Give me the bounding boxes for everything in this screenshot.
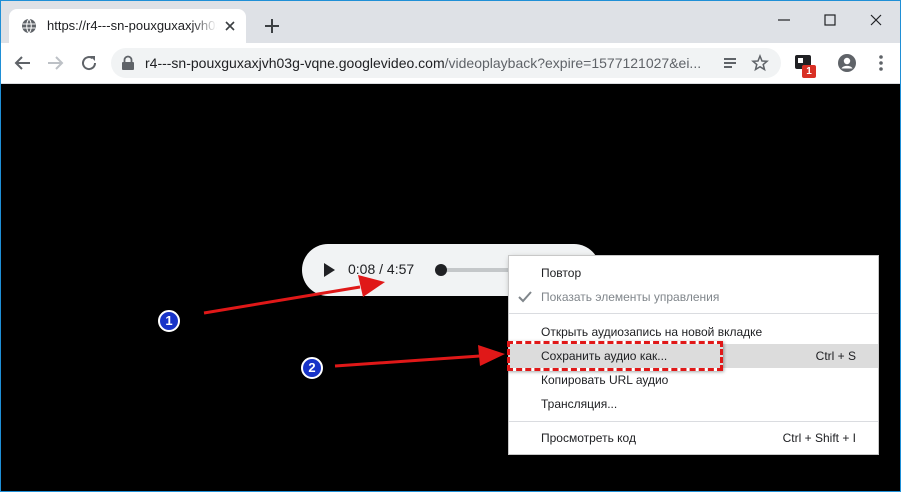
menu-item-copy-audio-url[interactable]: Копировать URL аудио bbox=[509, 368, 878, 392]
tab-strip: https://r4---sn-pouxguxaxjvh03g-vqne.goo… bbox=[1, 1, 900, 43]
browser-window: https://r4---sn-pouxguxaxjvh03g-vqne.goo… bbox=[0, 0, 901, 492]
menu-item-cast[interactable]: Трансляция... bbox=[509, 392, 878, 416]
menu-item-show-controls[interactable]: Показать элементы управления bbox=[509, 285, 878, 309]
address-bar[interactable]: r4---sn-pouxguxaxjvh03g-vqne.googlevideo… bbox=[111, 48, 781, 78]
lock-icon[interactable] bbox=[121, 55, 135, 71]
audio-progress-thumb[interactable] bbox=[434, 264, 447, 276]
globe-icon bbox=[22, 18, 36, 34]
maximize-icon bbox=[824, 14, 836, 26]
minimize-button[interactable] bbox=[761, 7, 807, 33]
star-icon[interactable] bbox=[751, 54, 769, 72]
menu-separator bbox=[509, 421, 878, 422]
extension-badge: 1 bbox=[802, 65, 816, 78]
back-arrow-icon[interactable] bbox=[13, 53, 33, 73]
tab-close-icon[interactable] bbox=[223, 19, 237, 33]
menu-item-loop[interactable]: Повтор bbox=[509, 261, 878, 285]
window-close-button[interactable] bbox=[853, 7, 899, 33]
maximize-button[interactable] bbox=[807, 7, 853, 33]
step-badge-2: 2 bbox=[301, 357, 323, 379]
shortcut-save: Ctrl + S bbox=[815, 349, 856, 363]
reader-menu-icon[interactable] bbox=[721, 54, 739, 72]
url-text[interactable]: r4---sn-pouxguxaxjvh03g-vqne.googlevideo… bbox=[145, 55, 705, 73]
highlight-dashed-box bbox=[507, 341, 723, 371]
menu-item-inspect[interactable]: Просмотреть код Ctrl + Shift + I bbox=[509, 426, 878, 450]
reload-icon[interactable] bbox=[79, 53, 99, 73]
toolbar: r4---sn-pouxguxaxjvh03g-vqne.googlevideo… bbox=[1, 43, 900, 84]
new-tab-plus-icon[interactable] bbox=[263, 17, 281, 35]
close-icon bbox=[870, 14, 882, 26]
check-icon bbox=[518, 291, 532, 303]
forward-arrow-icon[interactable] bbox=[45, 53, 65, 73]
url-host: r4---sn-pouxguxaxjvh03g-vqne.googlevideo… bbox=[145, 55, 445, 71]
profile-avatar-icon[interactable] bbox=[837, 53, 857, 73]
menu-separator bbox=[509, 313, 878, 314]
minimize-icon bbox=[778, 19, 790, 21]
menu-kebab-icon[interactable] bbox=[873, 53, 889, 73]
active-tab[interactable]: https://r4---sn-pouxguxaxjvh03g-vqne.goo… bbox=[9, 9, 246, 43]
tab-title: https://r4---sn-pouxguxaxjvh03g-vqne.goo… bbox=[47, 18, 217, 33]
shortcut-inspect: Ctrl + Shift + I bbox=[782, 431, 856, 445]
step-badge-1: 1 bbox=[158, 310, 180, 332]
play-icon[interactable] bbox=[322, 262, 336, 278]
url-path: /videoplayback?expire=1577121027&ei... bbox=[444, 55, 702, 71]
